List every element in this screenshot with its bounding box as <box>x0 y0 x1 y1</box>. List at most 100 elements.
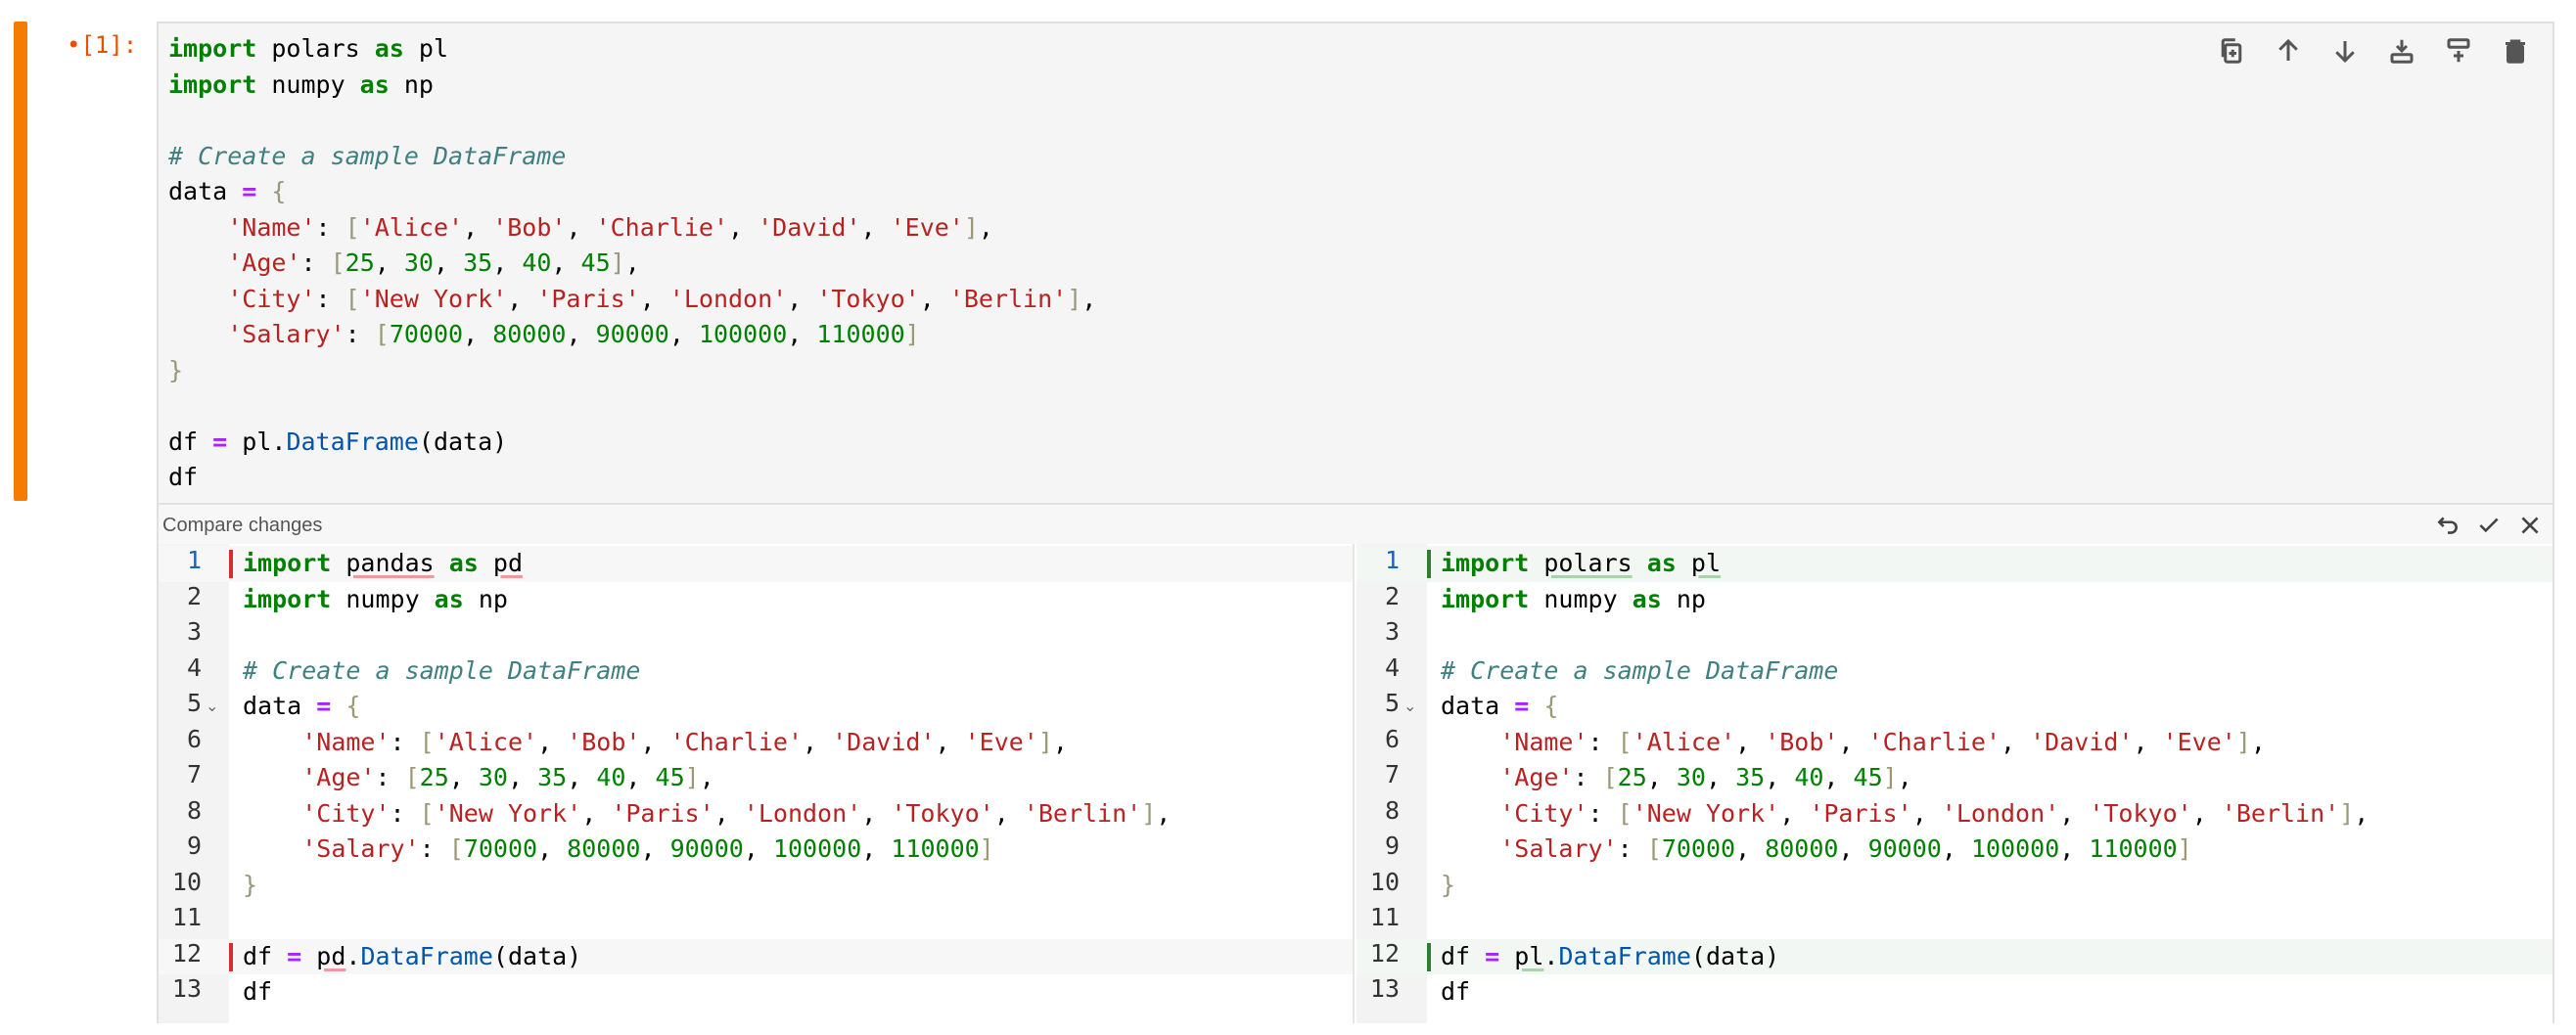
code-token: 25 <box>345 248 375 277</box>
code-token: 70000 <box>389 320 464 348</box>
code-token: 40 <box>522 248 552 277</box>
code-line: df <box>168 460 1096 496</box>
line-number: 8 <box>186 795 202 825</box>
diff-line: 8 'City': ['New York', 'Paris', 'London'… <box>1357 796 2553 832</box>
addition-marker <box>1427 942 1431 971</box>
code-token: = <box>287 941 302 970</box>
code-token: data <box>1441 692 1515 720</box>
insert-above-button[interactable] <box>2384 33 2419 68</box>
code-token: 45 <box>580 248 611 277</box>
diff-title: Compare changes <box>162 515 323 536</box>
code-token: 'Berlin' <box>2221 798 2340 828</box>
code-token: : <box>1573 763 1603 791</box>
execution-prompt: •[1]: <box>67 31 138 59</box>
code-token: , <box>743 834 773 863</box>
code-token: [ <box>1617 798 1633 828</box>
code-line: 'Salary': [70000, 80000, 90000, 100000, … <box>168 317 1096 353</box>
code-token: DataFrame <box>286 427 419 456</box>
diff-line: 3 <box>159 617 1353 653</box>
move-up-button[interactable] <box>2271 33 2306 68</box>
code-token: , <box>919 284 949 313</box>
fold-chevron-icon[interactable]: ⌄ <box>1403 697 1416 716</box>
code-token: [ <box>1617 727 1633 756</box>
code-token: import <box>1441 584 1530 613</box>
code-text: # Create a sample DataFrame <box>243 653 640 690</box>
code-line: 'Name': ['Alice', 'Bob', 'Charlie', 'Dav… <box>168 210 1096 247</box>
diff-line: 9 'Salary': [70000, 80000, 90000, 100000… <box>159 832 1353 868</box>
cell-editor[interactable]: import polars as pl import numpy as np # … <box>168 31 1096 496</box>
code-token: = <box>1514 692 1530 720</box>
code-token: , <box>1735 727 1766 756</box>
code-token: [ <box>448 834 464 863</box>
code-token: # Create a sample DataFrame <box>243 655 641 685</box>
code-line: data = { <box>168 174 1096 210</box>
fold-chevron-icon[interactable]: ⌄ <box>206 697 218 716</box>
code-token: [ <box>1602 763 1618 791</box>
code-token: 'Name' <box>1499 727 1588 756</box>
code-token: = <box>1485 941 1500 970</box>
code-token: 35 <box>537 763 568 791</box>
diff-line: 13 df <box>1357 974 2553 1011</box>
addition-marker <box>1427 550 1431 578</box>
diff-line: 8 'City': ['New York', 'Paris', 'London'… <box>159 796 1353 832</box>
compare-changes-panel: Compare changes 1 import pandas as pd 2 imp… <box>159 503 2553 1023</box>
code-token: : <box>390 727 420 756</box>
code-token: DataFrame <box>360 941 493 970</box>
line-number: 2 <box>186 581 202 610</box>
insert-below-icon <box>2447 38 2470 63</box>
code-token: 110000 <box>816 320 905 348</box>
code-token: 100000 <box>1970 834 2060 863</box>
code-text: # Create a sample DataFrame <box>1441 653 1838 690</box>
code-cell[interactable]: import polars as pl import numpy as np # … <box>157 22 2554 1023</box>
diff-line: 2 import numpy as np <box>1357 582 2553 618</box>
diff-line: 11 <box>159 903 1353 939</box>
diff-line: 7 'Age': [25, 30, 35, 40, 45], <box>159 760 1353 796</box>
code-token: import <box>1441 549 1530 577</box>
line-number: 6 <box>1384 724 1400 753</box>
code-token: 'Name' <box>301 727 391 756</box>
code-token: ] <box>2339 798 2355 828</box>
duplicate-button[interactable] <box>2214 33 2249 68</box>
delete-icon <box>2506 39 2525 64</box>
code-token: ] <box>1067 284 1082 313</box>
modified-code-pane[interactable]: 1 import polars as pl 2 import numpy as np 3… <box>1357 544 2553 1023</box>
delete-button[interactable] <box>2498 33 2533 68</box>
code-token: , <box>861 798 892 828</box>
line-number: 5 <box>1384 689 1400 717</box>
code-token: ] <box>904 320 920 348</box>
code-text: df = pl.DataFrame(data) <box>1441 939 1779 975</box>
code-token: , <box>1941 834 1971 863</box>
code-token: , <box>492 248 523 277</box>
code-token: 'Paris' <box>1809 798 1912 828</box>
code-token: , <box>713 798 744 828</box>
code-token: ] <box>963 212 979 242</box>
code-token: [ <box>419 727 435 756</box>
code-token: , <box>567 763 597 791</box>
original-code-pane[interactable]: 1 import pandas as pd 2 import numpy as np 3… <box>159 544 1355 1023</box>
code-token: data <box>243 692 317 720</box>
code-token: = <box>212 427 228 456</box>
close-diff-button[interactable] <box>2515 511 2545 540</box>
move-down-button[interactable] <box>2327 33 2363 68</box>
code-token: as <box>374 34 404 63</box>
code-token: 'Alice' <box>434 727 538 756</box>
diff-line: 12 df = pl.DataFrame(data) <box>1357 938 2553 975</box>
code-token: , <box>668 320 699 348</box>
code-token: 'Berlin' <box>1023 798 1142 828</box>
code-token: , <box>537 834 568 863</box>
insert-below-button[interactable] <box>2441 33 2476 68</box>
code-token: 'David' <box>758 212 861 242</box>
code-token: 'Salary' <box>227 320 345 348</box>
code-token: 'Berlin' <box>948 284 1068 313</box>
accept-button[interactable] <box>2474 511 2504 540</box>
code-token: . <box>345 941 361 970</box>
code-token: (data) <box>1690 941 1780 970</box>
revert-button[interactable] <box>2433 511 2462 540</box>
code-token: np <box>463 584 508 613</box>
code-token: , <box>935 727 965 756</box>
